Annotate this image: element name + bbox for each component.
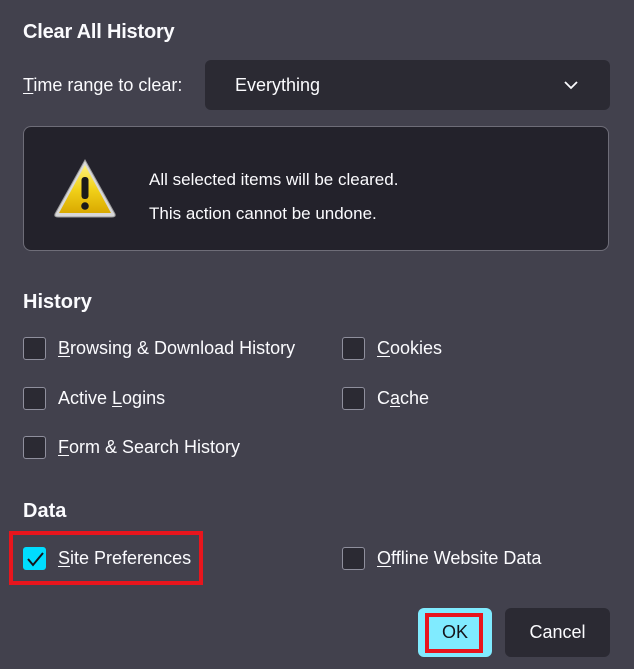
checkbox-site-preferences[interactable]: Site Preferences — [23, 545, 191, 571]
checkbox-box[interactable] — [23, 386, 46, 410]
warning-text: All selected items will be cleared. This… — [149, 163, 398, 231]
warning-box: All selected items will be cleared. This… — [23, 126, 609, 251]
warning-line-1: All selected items will be cleared. — [149, 170, 399, 189]
checkbox-label: Browsing & Download History — [58, 337, 296, 358]
checkbox-box[interactable] — [23, 435, 46, 459]
warning-triangle-icon — [54, 158, 116, 218]
checkbox-label: Form & Search History — [58, 436, 241, 457]
time-range-label: Time range to clear: — [23, 75, 183, 95]
checkbox-label: Cookies — [377, 337, 443, 358]
checkbox-box[interactable] — [342, 386, 365, 410]
checkbox-label: Site Preferences — [58, 547, 192, 568]
dialog-title: Clear All History — [23, 21, 175, 43]
checkbox-box[interactable] — [23, 336, 46, 360]
checkbox-box-checked[interactable] — [23, 546, 46, 570]
checkbox-box[interactable] — [342, 336, 365, 360]
checkbox-label: Offline Website Data — [377, 547, 542, 568]
warning-line-2: This action cannot be undone. — [149, 204, 377, 223]
time-range-value: Everything — [235, 75, 321, 95]
chevron-down-icon — [564, 81, 578, 90]
checkbox-browsing-download-history[interactable]: Browsing & Download History — [23, 335, 295, 361]
checkbox-label: Cache — [377, 387, 430, 408]
time-range-row: Time range to clear: Everything — [23, 60, 610, 110]
checkbox-form-search-history[interactable]: Form & Search History — [23, 434, 240, 460]
checkbox-offline-website-data[interactable]: Offline Website Data — [342, 545, 541, 571]
time-range-select[interactable]: Everything — [205, 60, 610, 110]
checkbox-cache[interactable]: Cache — [342, 385, 429, 411]
data-heading: Data — [23, 500, 67, 522]
checkbox-cookies[interactable]: Cookies — [342, 335, 442, 361]
history-heading: History — [23, 291, 92, 313]
checkbox-box[interactable] — [342, 546, 365, 570]
checkmark-icon — [27, 551, 44, 567]
cancel-button[interactable]: Cancel — [505, 608, 610, 657]
checkbox-active-logins[interactable]: Active Logins — [23, 385, 165, 411]
ok-button[interactable]: OK — [418, 608, 492, 657]
checkbox-label: Active Logins — [58, 387, 166, 408]
